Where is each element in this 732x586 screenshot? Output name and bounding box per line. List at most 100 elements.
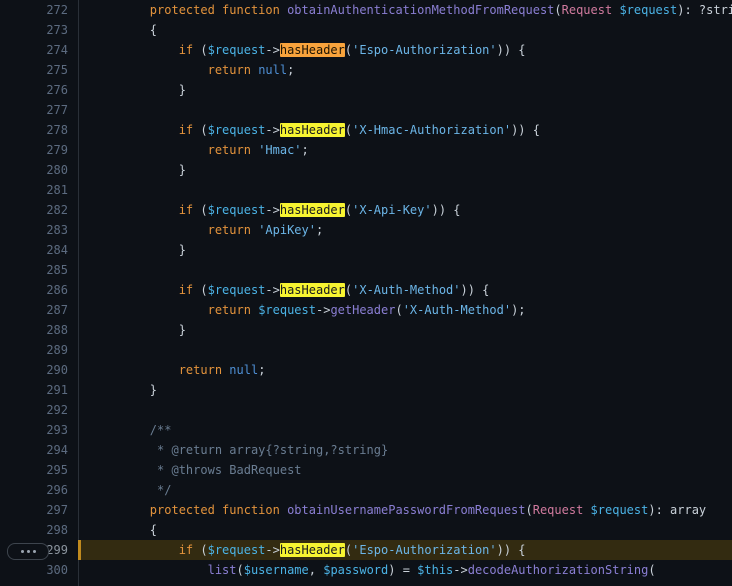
code-content[interactable]: protected function obtainAuthenticationM… [78,0,732,20]
code-content[interactable]: if ($request->hasHeader('X-Api-Key')) { [78,200,732,220]
line-number[interactable]: 274 [0,40,68,60]
line-number[interactable]: 278 [0,120,68,140]
line-number[interactable]: 279 [0,140,68,160]
code-content[interactable]: if ($request->hasHeader('Espo-Authorizat… [78,540,732,560]
code-content[interactable] [78,100,732,120]
code-content[interactable]: * @return array{?string,?string} [78,440,732,460]
code-line[interactable]: 278 if ($request->hasHeader('X-Hmac-Auth… [0,120,732,140]
code-line[interactable]: 297 protected function obtainUsernamePas… [0,500,732,520]
code-content[interactable]: return $request->getHeader('X-Auth-Metho… [78,300,732,320]
code-line[interactable]: 298 { [0,520,732,540]
line-number[interactable]: 272 [0,0,68,20]
line-number[interactable]: 290 [0,360,68,380]
code-content[interactable]: return null; [78,60,732,80]
code-token: $request [207,203,266,217]
code-content[interactable]: * @throws BadRequest [78,460,732,480]
line-number[interactable]: 291 [0,380,68,400]
line-number[interactable]: 296 [0,480,68,500]
code-line[interactable]: 284 } [0,240,732,260]
code-content[interactable]: return 'ApiKey'; [78,220,732,240]
code-line[interactable]: 274 if ($request->hasHeader('Espo-Author… [0,40,732,60]
line-number[interactable]: 285 [0,260,68,280]
code-content[interactable] [78,180,732,200]
line-number[interactable]: 277 [0,100,68,120]
line-number[interactable]: 275 [0,60,68,80]
search-current-match[interactable]: hasHeader [279,43,345,57]
code-content[interactable]: } [78,80,732,100]
code-content[interactable]: } [78,380,732,400]
code-content[interactable]: /** [78,420,732,440]
code-content[interactable]: protected function obtainUsernamePasswor… [78,500,732,520]
code-token: ; [258,363,266,377]
code-line[interactable]: 286 if ($request->hasHeader('X-Auth-Meth… [0,280,732,300]
line-number[interactable]: 286 [0,280,68,300]
code-line[interactable]: 295 * @throws BadRequest [0,460,732,480]
line-number[interactable]: 298 [0,520,68,540]
code-line[interactable]: 287 return $request->getHeader('X-Auth-M… [0,300,732,320]
code-token: } [92,383,158,397]
code-content[interactable]: { [78,20,732,40]
code-line[interactable]: 292 [0,400,732,420]
code-content[interactable]: { [78,520,732,540]
line-number[interactable]: 273 [0,20,68,40]
code-line[interactable]: 281 [0,180,732,200]
code-line[interactable]: 283 return 'ApiKey'; [0,220,732,240]
code-line[interactable]: 293 /** [0,420,732,440]
code-line[interactable]: 288 } [0,320,732,340]
line-number[interactable]: 288 [0,320,68,340]
code-line[interactable]: 289 [0,340,732,360]
line-number[interactable]: 280 [0,160,68,180]
line-number[interactable]: 289 [0,340,68,360]
code-line[interactable]: 277 [0,100,732,120]
line-number[interactable]: 292 [0,400,68,420]
code-content[interactable]: if ($request->hasHeader('X-Auth-Method')… [78,280,732,300]
code-line[interactable]: 273 { [0,20,732,40]
code-content[interactable]: } [78,240,732,260]
code-line[interactable]: 276 } [0,80,732,100]
code-content[interactable]: } [78,160,732,180]
code-line[interactable]: 280 } [0,160,732,180]
code-content[interactable]: if ($request->hasHeader('X-Hmac-Authoriz… [78,120,732,140]
line-number[interactable]: 295 [0,460,68,480]
code-token: -> [265,543,280,557]
code-content[interactable]: return null; [78,360,732,380]
line-number[interactable]: 293 [0,420,68,440]
line-number[interactable]: 284 [0,240,68,260]
code-line[interactable]: 285 [0,260,732,280]
line-number[interactable]: 276 [0,80,68,100]
ellipsis-dot [26,550,30,553]
search-match[interactable]: hasHeader [279,203,345,217]
code-content[interactable] [78,400,732,420]
code-editor[interactable]: 272 protected function obtainAuthenticat… [0,0,732,586]
search-match[interactable]: hasHeader [279,283,345,297]
code-content[interactable]: */ [78,480,732,500]
code-token: decodeAuthorizationString [467,563,649,577]
code-line[interactable]: 291 } [0,380,732,400]
code-content[interactable] [78,260,732,280]
line-number[interactable]: 282 [0,200,68,220]
code-line[interactable]: 299 if ($request->hasHeader('Espo-Author… [0,540,732,560]
code-content[interactable]: return 'Hmac'; [78,140,732,160]
search-match[interactable]: hasHeader [279,543,345,557]
code-line[interactable]: 272 protected function obtainAuthenticat… [0,0,732,20]
code-content[interactable]: list($username, $password) = $this->deco… [78,560,732,580]
code-line[interactable]: 290 return null; [0,360,732,380]
line-number[interactable]: 300 [0,560,68,580]
code-line[interactable]: 294 * @return array{?string,?string} [0,440,732,460]
code-content[interactable]: } [78,320,732,340]
line-number[interactable]: 297 [0,500,68,520]
more-actions-icon[interactable] [7,543,49,560]
code-line[interactable]: 279 return 'Hmac'; [0,140,732,160]
line-number[interactable]: 294 [0,440,68,460]
code-line[interactable]: 282 if ($request->hasHeader('X-Api-Key')… [0,200,732,220]
line-number[interactable]: 287 [0,300,68,320]
code-content[interactable]: if ($request->hasHeader('Espo-Authorizat… [78,40,732,60]
code-line[interactable]: 300 list($username, $password) = $this->… [0,560,732,580]
line-number[interactable]: 281 [0,180,68,200]
code-line[interactable]: 296 */ [0,480,732,500]
code-content[interactable] [78,340,732,360]
code-token: if [178,43,194,57]
line-number[interactable]: 283 [0,220,68,240]
search-match[interactable]: hasHeader [279,123,345,137]
code-line[interactable]: 275 return null; [0,60,732,80]
